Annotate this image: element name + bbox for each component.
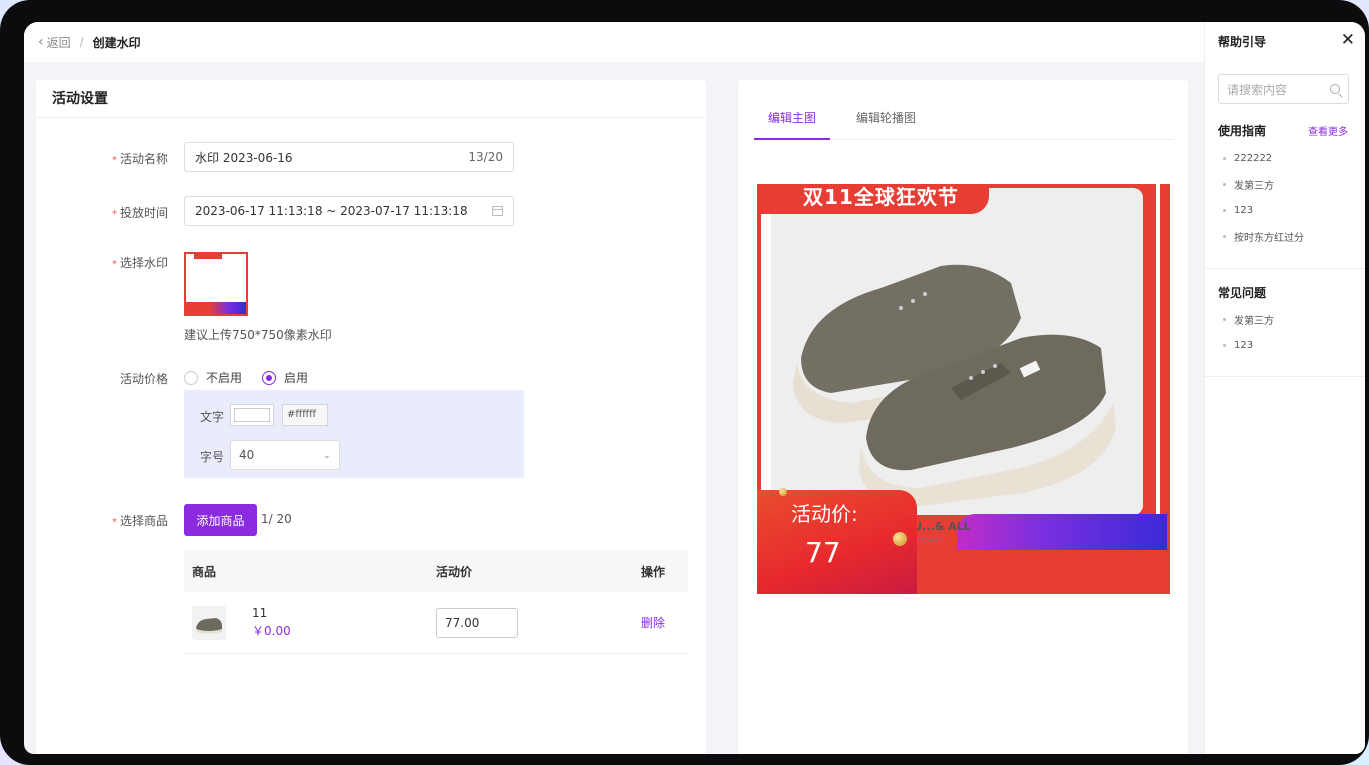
divider bbox=[1205, 376, 1365, 377]
help-panel: 帮助引导 ✕ 请搜索内容 使用指南 查看更多 222222 发第三方 123 按… bbox=[1204, 22, 1365, 754]
radio-circle-checked bbox=[262, 370, 277, 385]
watermark-preview-canvas: 双11全球狂欢节 IWU...& ALL ESIGNED&20 活动价: 77 bbox=[757, 184, 1170, 594]
watermark-thumbnail[interactable] bbox=[184, 252, 248, 316]
back-label: 返回 bbox=[46, 35, 71, 50]
top-nav: ‹ 返回 / 创建水印 bbox=[24, 22, 1204, 62]
guide-item[interactable]: 222222 bbox=[1223, 145, 1304, 171]
preview-card: 编辑主图 编辑轮播图 双11全球狂欢节 IWU...& ALL ESIGNED&… bbox=[738, 80, 1188, 754]
price-label: 活动价格 bbox=[119, 372, 168, 386]
view-more-link[interactable]: 查看更多 bbox=[1308, 123, 1348, 138]
guide-title: 使用指南 bbox=[1218, 124, 1267, 138]
price-radio-group: 不启用 启用 bbox=[184, 369, 308, 386]
add-goods-button[interactable]: 添加商品 bbox=[184, 504, 257, 536]
tab-main-image[interactable]: 编辑主图 bbox=[754, 100, 831, 140]
activity-name-value: 水印 2023-06-16 bbox=[195, 150, 293, 165]
required-mark: * bbox=[111, 209, 117, 220]
name-label: * 活动名称 bbox=[111, 152, 168, 166]
preview-price-label: 活动价: bbox=[791, 502, 858, 526]
goods-label: * 选择商品 bbox=[111, 514, 168, 528]
preview-price-value: 77 bbox=[805, 536, 841, 569]
faq-item[interactable]: 发第三方 bbox=[1223, 306, 1274, 332]
help-title: 帮助引导 bbox=[1218, 35, 1267, 49]
color-hex-input[interactable]: #ffffff bbox=[282, 404, 328, 426]
breadcrumb-separator: / bbox=[79, 35, 84, 49]
gold-ball-decoration bbox=[893, 532, 907, 546]
required-mark: * bbox=[111, 517, 117, 528]
faq-list: 发第三方 123 bbox=[1223, 306, 1274, 358]
watermark-label: * 选择水印 bbox=[111, 256, 168, 270]
chevron-left-icon: ‹ bbox=[38, 34, 44, 50]
radio-circle bbox=[184, 370, 198, 385]
col-activity-price: 活动价 bbox=[436, 564, 473, 579]
date-range-value: 2023-06-17 11:13:18 ~ 2023-07-17 11:13:1… bbox=[195, 204, 468, 218]
chevron-down-icon: ⌄ bbox=[322, 449, 331, 461]
back-link[interactable]: ‹ 返回 bbox=[38, 34, 71, 51]
table-row: 11 ￥0.00 77.00 删除 bbox=[184, 592, 688, 654]
search-icon bbox=[1330, 84, 1340, 94]
brand-bar bbox=[957, 514, 1167, 550]
time-label: * 投放时间 bbox=[111, 206, 168, 220]
product-name: 11 bbox=[252, 606, 268, 620]
date-range-picker[interactable]: 2023-06-17 11:13:18 ~ 2023-07-17 11:13:1… bbox=[184, 196, 514, 226]
product-thumbnail bbox=[192, 605, 226, 640]
product-price: ￥0.00 bbox=[252, 624, 291, 638]
goods-count: 1/ 20 bbox=[261, 512, 292, 526]
gold-ball-decoration bbox=[779, 488, 787, 496]
required-mark: * bbox=[111, 259, 117, 270]
activity-price-input[interactable]: 77.00 bbox=[436, 607, 518, 638]
guide-item[interactable]: 按时东方红过分 bbox=[1223, 223, 1304, 249]
settings-title: 活动设置 bbox=[36, 80, 706, 118]
guide-list: 222222 发第三方 123 按时东方红过分 bbox=[1223, 145, 1304, 249]
delete-link[interactable]: 删除 bbox=[641, 616, 665, 630]
price-style-panel: 文字 #ffffff 字号 40 ⌄ bbox=[184, 390, 524, 478]
banner-title: 双11全球狂欢节 bbox=[763, 184, 989, 214]
text-color-label: 文字 bbox=[200, 410, 225, 424]
divider bbox=[1205, 268, 1365, 269]
activity-name-input[interactable]: 水印 2023-06-16 13/20 bbox=[184, 142, 514, 172]
faq-item[interactable]: 123 bbox=[1223, 332, 1274, 358]
preview-tabs: 编辑主图 编辑轮播图 bbox=[754, 100, 1174, 140]
goods-table: 商品 活动价 操作 11 ￥0.00 77.00 删除 bbox=[184, 550, 688, 654]
page-title: 创建水印 bbox=[92, 35, 141, 50]
close-icon[interactable]: ✕ bbox=[1341, 30, 1355, 50]
color-swatch[interactable] bbox=[230, 404, 274, 426]
guide-item[interactable]: 发第三方 bbox=[1223, 171, 1304, 197]
font-size-value: 40 bbox=[239, 448, 255, 462]
font-size-label: 字号 bbox=[200, 450, 225, 464]
search-placeholder: 请搜索内容 bbox=[1227, 82, 1288, 97]
guide-item[interactable]: 123 bbox=[1223, 197, 1304, 223]
help-search-input[interactable]: 请搜索内容 bbox=[1218, 74, 1349, 104]
radio-enable[interactable]: 启用 bbox=[262, 369, 308, 386]
table-header: 商品 活动价 操作 bbox=[184, 550, 688, 592]
col-action: 操作 bbox=[640, 564, 665, 579]
tab-carousel[interactable]: 编辑轮播图 bbox=[842, 100, 930, 140]
faq-title: 常见问题 bbox=[1218, 286, 1267, 300]
tablet-frame: ‹ 返回 / 创建水印 活动设置 * 活动名称 水印 2023-06-16 13/… bbox=[0, 0, 1369, 765]
required-mark: * bbox=[111, 155, 117, 166]
activity-settings-card: 活动设置 * 活动名称 水印 2023-06-16 13/20 * 投放时间 202… bbox=[36, 80, 706, 754]
font-size-select[interactable]: 40 ⌄ bbox=[230, 440, 340, 470]
char-count: 13/20 bbox=[468, 150, 503, 164]
calendar-icon bbox=[492, 206, 503, 216]
product-photo bbox=[771, 188, 1143, 515]
watermark-hint: 建议上传750*750像素水印 bbox=[184, 328, 332, 342]
app-screen: ‹ 返回 / 创建水印 活动设置 * 活动名称 水印 2023-06-16 13/… bbox=[24, 22, 1365, 754]
col-goods: 商品 bbox=[192, 564, 217, 579]
radio-disable[interactable]: 不启用 bbox=[184, 369, 242, 386]
